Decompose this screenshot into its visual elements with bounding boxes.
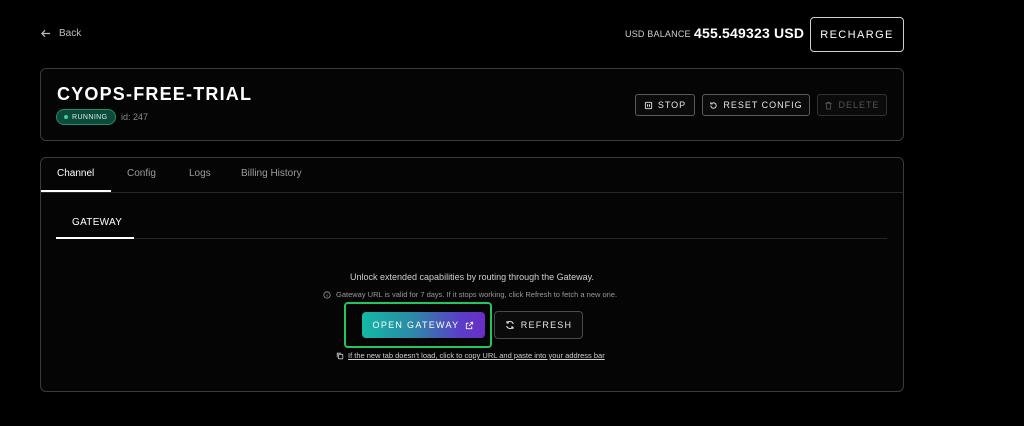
copy-icon — [336, 352, 344, 359]
instance-id: id: 247 — [121, 112, 149, 122]
open-gateway-button[interactable]: OPEN GATEWAY — [362, 312, 485, 338]
tab-logs[interactable]: Logs — [189, 168, 211, 179]
refresh-icon — [506, 320, 514, 330]
external-link-icon — [466, 321, 474, 329]
tab-channel[interactable]: Channel — [57, 168, 94, 179]
arrow-left-icon — [40, 29, 51, 38]
subtab-gateway[interactable]: GATEWAY — [72, 217, 122, 228]
tabs-divider — [41, 192, 903, 193]
delete-label: DELETE — [838, 100, 880, 110]
copy-url-link[interactable]: If the new tab doesn't load, click to co… — [348, 351, 605, 360]
status-label: RUNNING — [72, 113, 108, 121]
status-badge: RUNNING — [56, 109, 117, 125]
refresh-button[interactable]: REFRESH — [494, 311, 583, 339]
back-link[interactable]: Back — [40, 28, 81, 39]
instance-title: CYOPS-FREE-TRIAL — [57, 84, 253, 104]
trash-icon — [825, 101, 833, 110]
copy-url-hint[interactable]: If the new tab doesn't load, click to co… — [336, 351, 605, 360]
recharge-button[interactable]: RECHARGE — [810, 17, 904, 52]
gateway-info: Gateway URL is valid for 7 days. If it s… — [323, 290, 617, 299]
refresh-label: REFRESH — [520, 320, 573, 330]
delete-button[interactable]: DELETE — [817, 94, 887, 116]
active-subtab-indicator — [56, 237, 134, 239]
pause-icon — [644, 101, 652, 109]
rotate-ccw-icon — [710, 101, 717, 109]
info-icon — [323, 290, 331, 299]
active-tab-indicator — [41, 190, 111, 192]
open-gateway-label: OPEN GATEWAY — [372, 320, 460, 330]
tab-config[interactable]: Config — [127, 168, 156, 179]
status-dot-icon — [64, 115, 68, 119]
balance-label: USD BALANCE — [625, 29, 691, 39]
subtab-divider — [56, 238, 887, 239]
stop-label: STOP — [657, 100, 687, 110]
gateway-info-text: Gateway URL is valid for 7 days. If it s… — [336, 290, 618, 299]
balance-value: 455.549323 USD — [694, 25, 805, 41]
reset-config-button[interactable]: RESET CONFIG — [702, 94, 810, 116]
reset-config-label: RESET CONFIG — [723, 100, 803, 110]
gateway-description: Unlock extended capabilities by routing … — [350, 272, 594, 282]
stop-button[interactable]: STOP — [635, 94, 695, 116]
back-label: Back — [59, 28, 82, 39]
tab-billing-history[interactable]: Billing History — [241, 168, 302, 179]
